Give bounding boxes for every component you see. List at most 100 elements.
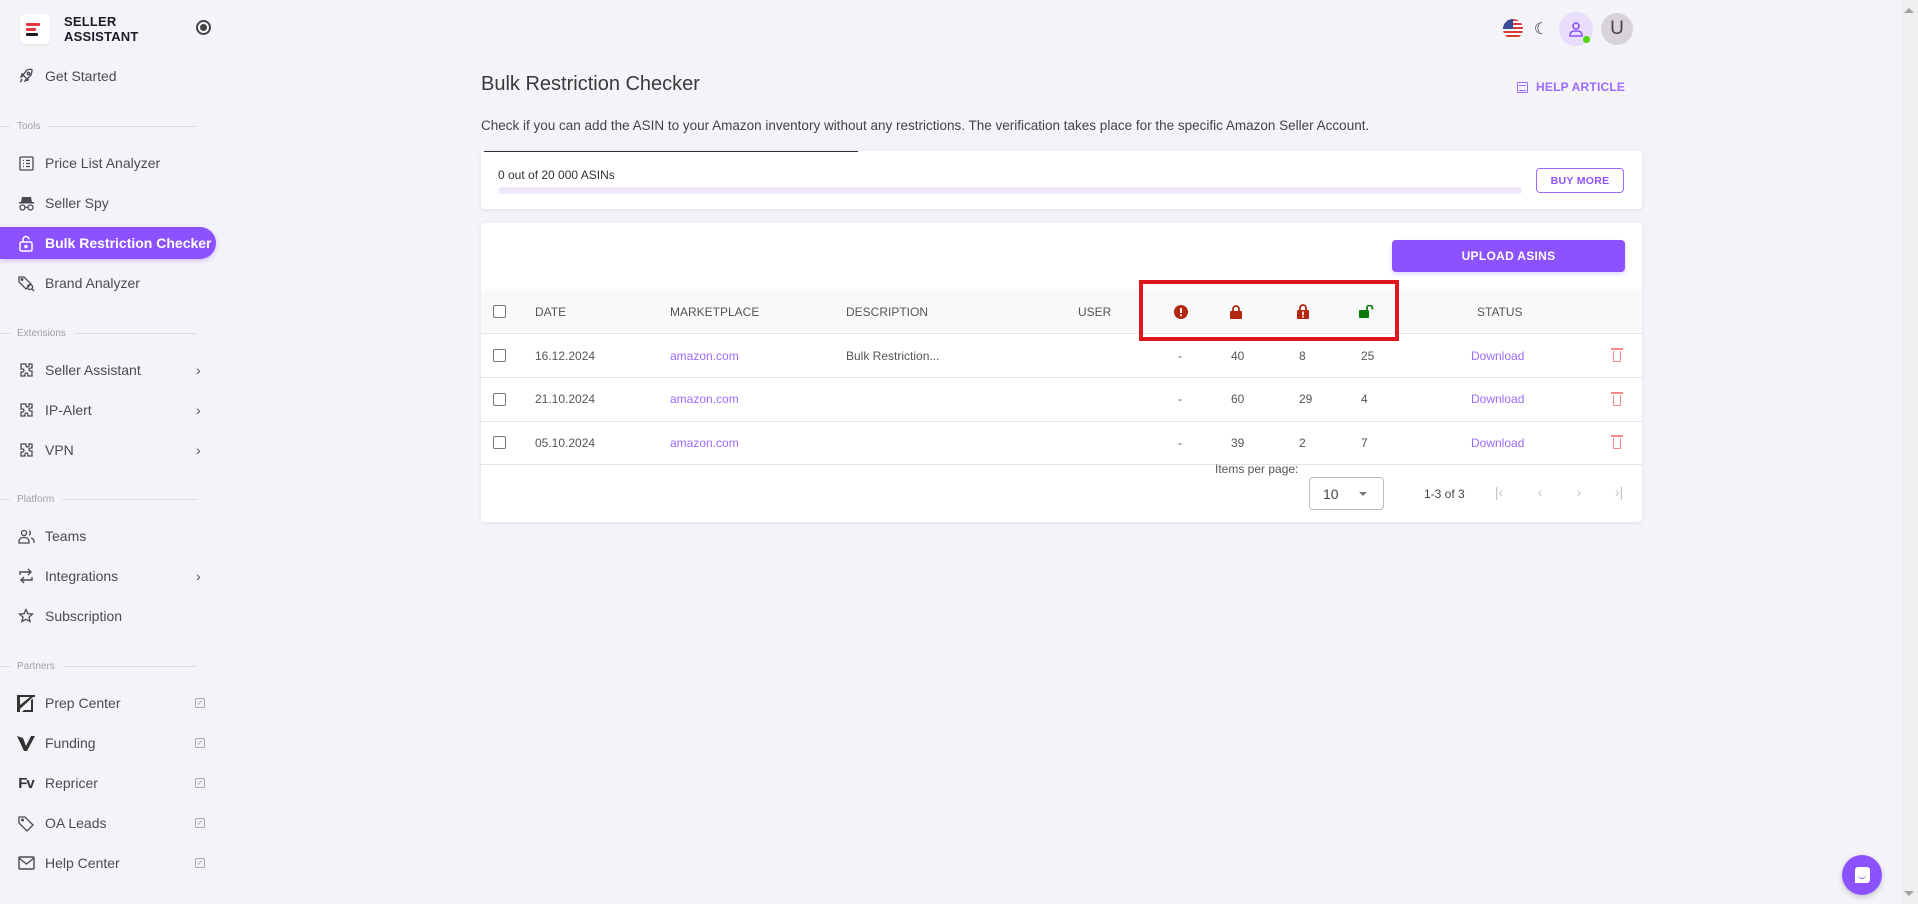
table-header: DATE MARKETPLACE DESCRIPTION USER STATUS [481,289,1642,334]
mail-icon [17,854,35,872]
sidebar-item-teams[interactable]: Teams [0,520,215,552]
table-row[interactable]: 21.10.2024 amazon.com - 60 29 4 Download [481,378,1642,422]
header-unrestricted[interactable] [1359,289,1374,334]
brand-logo-icon [20,14,50,44]
repricer-logo-icon: Fv [18,774,35,792]
delete-icon[interactable] [1611,435,1623,450]
download-link[interactable]: Download [1471,378,1524,421]
sidebar-item-integrations[interactable]: Integrations › [0,560,215,592]
row-checkbox[interactable] [493,349,506,362]
cell-restricted: 40 [1231,348,1245,363]
external-link-icon [195,858,205,868]
support-chat-button[interactable] [1842,855,1882,895]
sidebar-item-funding[interactable]: Funding [0,727,215,759]
sidebar-item-subscription[interactable]: Subscription [0,600,215,632]
sidebar-item-seller-spy[interactable]: Seller Spy [0,187,215,219]
sidebar: SELLER ASSISTANT Get Started Tools Price… [0,0,216,904]
last-page-button[interactable]: ›| [1609,484,1629,500]
moon-icon[interactable]: ☾ [1531,19,1551,39]
sidebar-item-ip-alert[interactable]: IP-Alert › [0,394,215,426]
upload-asins-button[interactable]: UPLOAD ASINS [1392,240,1625,272]
cell-unrestricted: 25 [1361,348,1375,363]
alert-circle-icon [1174,304,1188,319]
buy-more-button[interactable]: BUY MORE [1536,168,1624,193]
header-date[interactable]: DATE [535,289,566,334]
cell-approval-required: 2 [1299,435,1306,450]
section-label-platform: Platform [0,494,197,505]
avatar[interactable]: U [1601,13,1633,45]
scroll-down-arrow-icon[interactable] [1904,891,1914,896]
us-flag-icon[interactable] [1503,19,1523,39]
chat-icon [1854,867,1870,883]
help-article-link[interactable]: HELP ARTICLE [1517,80,1625,94]
tag-icon [17,814,35,832]
sidebar-item-prep-center[interactable]: Prep Center [0,687,215,719]
sidebar-item-repricer[interactable]: Fv Repricer [0,767,215,799]
table-row[interactable]: 05.10.2024 amazon.com -39 2 7 Download [481,421,1642,465]
sidebar-toggle-icon[interactable] [196,20,211,35]
section-label-extensions: Extensions [0,328,197,339]
chevron-right-icon: › [196,402,201,418]
lock-open-icon [1359,305,1374,318]
scroll-up-arrow-icon[interactable] [1904,8,1914,13]
puzzle-icon [17,401,35,419]
download-link[interactable]: Download [1471,421,1524,464]
header-marketplace[interactable]: MARKETPLACE [670,289,759,334]
header-user[interactable]: USER [1078,289,1111,334]
prev-page-button[interactable]: ‹ [1530,484,1550,500]
cell-errors: - [1178,348,1182,363]
header-restricted[interactable] [1230,289,1242,334]
sidebar-item-oa-leads[interactable]: OA Leads [0,807,215,839]
results-table-card: UPLOAD ASINS DATE MARKETPLACE DESCRIPTIO… [481,223,1642,522]
sidebar-item-get-started[interactable]: Get Started [0,60,215,92]
cell-marketplace[interactable]: amazon.com [670,421,739,464]
cell-date: 16.12.2024 [535,348,596,363]
external-link-icon [195,778,205,788]
cell-marketplace[interactable]: amazon.com [670,378,739,421]
header-description[interactable]: DESCRIPTION [846,289,928,334]
sidebar-item-seller-assistant[interactable]: Seller Assistant › [0,354,215,386]
delete-icon[interactable] [1611,391,1623,407]
sidebar-item-bulk-restriction-checker[interactable]: Bulk Restriction Checker [0,227,216,259]
sidebar-item-price-list-analyzer[interactable]: Price List Analyzer [0,147,215,179]
delete-icon[interactable] [1611,348,1623,363]
topbar: ☾ U [1503,12,1633,46]
select-all-checkbox[interactable] [493,305,506,318]
table-row[interactable]: 16.12.2024 amazon.com Bulk Restriction... -… [481,334,1642,378]
puzzle-icon [17,441,35,459]
external-link-icon [195,738,205,748]
download-link[interactable]: Download [1471,334,1524,377]
quota-progress-bar [498,187,1522,194]
items-per-page-label: Items per page: [1215,462,1299,476]
scrollbar[interactable] [1901,0,1918,904]
header-status[interactable]: STATUS [1477,289,1523,334]
cell-marketplace[interactable]: amazon.com [670,334,739,377]
star-icon [17,607,35,625]
cell-restricted: 60 [1231,392,1245,406]
section-label-tools: Tools [0,121,197,132]
sidebar-item-vpn[interactable]: VPN › [0,434,215,466]
header-errors[interactable] [1174,289,1188,334]
items-per-page-select[interactable]: 10 [1309,477,1384,510]
users-icon [17,527,35,545]
user-menu-button[interactable] [1559,12,1593,46]
chevron-right-icon: › [196,442,201,458]
header-approval-required[interactable] [1297,289,1309,334]
rocket-icon [17,67,35,85]
page-subtitle: Check if you can add the ASIN to your Am… [481,118,1370,133]
row-checkbox[interactable] [493,392,506,406]
page-title: Bulk Restriction Checker [481,73,700,95]
brand[interactable]: SELLER ASSISTANT [20,14,139,44]
puzzle-icon [17,361,35,379]
cell-errors: - [1178,392,1182,406]
sync-icon [17,567,35,585]
sidebar-item-help-center[interactable]: Help Center [0,847,215,879]
next-page-button[interactable]: › [1569,484,1589,500]
first-page-button[interactable]: |‹ [1489,484,1509,500]
external-link-icon [195,698,205,708]
cell-approval-required: 8 [1299,348,1306,363]
row-checkbox[interactable] [493,436,506,449]
cell-approval-required: 29 [1299,392,1313,406]
list-icon [17,154,35,172]
sidebar-item-brand-analyzer[interactable]: Brand Analyzer [0,267,215,299]
